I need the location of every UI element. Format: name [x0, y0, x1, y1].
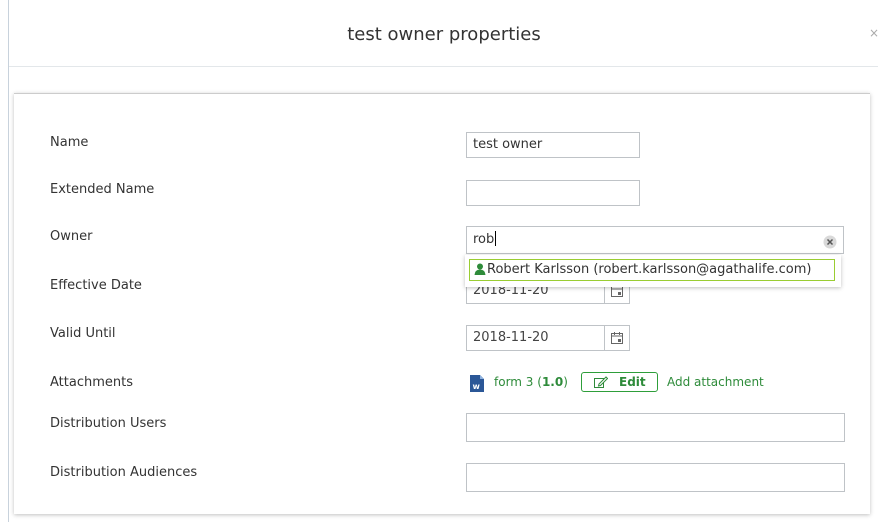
- valid-until-label: Valid Until: [50, 326, 116, 341]
- distribution-audiences-label: Distribution Audiences: [50, 465, 198, 480]
- user-icon: [474, 263, 486, 275]
- attachments-label: Attachments: [50, 375, 133, 390]
- effective-date-label: Effective Date: [50, 278, 142, 293]
- edit-pencil-icon: [594, 376, 608, 388]
- extended-name-label: Extended Name: [50, 182, 155, 197]
- attachment-version: 1.0: [541, 375, 564, 389]
- word-document-icon[interactable]: w: [470, 375, 484, 392]
- name-input-value: test owner: [473, 137, 543, 152]
- distribution-users-label: Distribution Users: [50, 416, 167, 431]
- properties-panel: [14, 93, 870, 514]
- owner-input-value: rob: [473, 232, 495, 247]
- distribution-users-input[interactable]: [466, 413, 845, 442]
- distribution-audiences-input[interactable]: [466, 463, 845, 492]
- dialog-header: test owner properties ×: [9, 0, 878, 67]
- add-attachment-link[interactable]: Add attachment: [667, 375, 764, 389]
- valid-until-input[interactable]: 2018-11-20: [466, 325, 630, 351]
- close-icon[interactable]: ×: [869, 26, 878, 40]
- calendar-icon[interactable]: [604, 326, 629, 350]
- clear-icon[interactable]: [823, 233, 837, 249]
- attachment-link[interactable]: form 3 (1.0): [494, 375, 568, 389]
- dialog-title: test owner properties: [347, 24, 541, 45]
- owner-search-input[interactable]: rob: [466, 226, 844, 254]
- owner-suggestion-text: Robert Karlsson (robert.karlsson@agathal…: [487, 262, 812, 277]
- name-label: Name: [50, 135, 89, 150]
- owner-suggestion-item[interactable]: Robert Karlsson (robert.karlsson@agathal…: [469, 259, 835, 281]
- owner-suggestion-dropdown: Robert Karlsson (robert.karlsson@agathal…: [465, 255, 841, 287]
- name-input[interactable]: test owner: [466, 132, 640, 158]
- edit-attachment-button[interactable]: Edit: [581, 372, 658, 392]
- valid-until-value: 2018-11-20: [473, 330, 549, 345]
- edit-button-label: Edit: [619, 375, 646, 389]
- text-cursor: [495, 231, 497, 246]
- owner-label: Owner: [50, 229, 93, 244]
- svg-text:w: w: [473, 382, 481, 391]
- attachment-name: form 3: [494, 375, 534, 389]
- extended-name-input[interactable]: [466, 180, 640, 206]
